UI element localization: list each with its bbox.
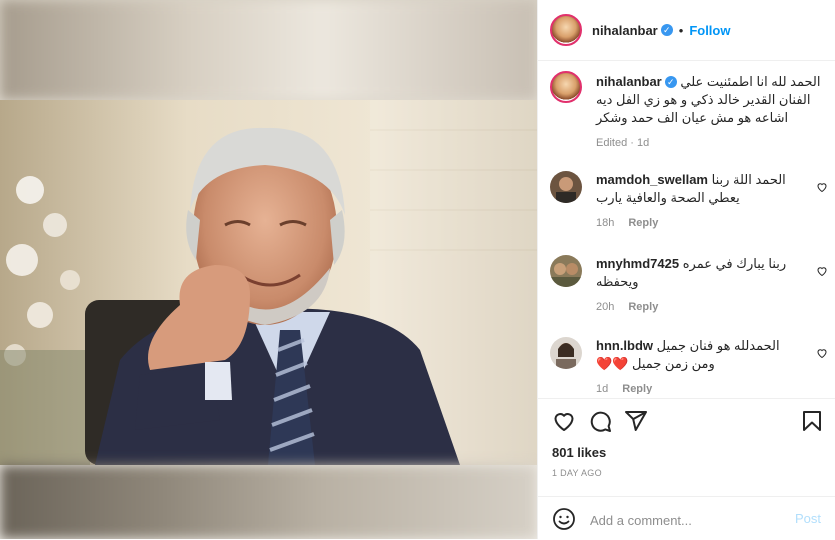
comment-input[interactable] (588, 509, 772, 531)
comment-item: mamdoh_swellam الحمد اللة ربنا يعطي الصح… (550, 171, 830, 231)
caption-meta: Edited · 1d (596, 137, 650, 149)
media-blur-bottom (0, 465, 537, 539)
caption-avatar[interactable] (550, 71, 582, 103)
commenter-avatar[interactable] (550, 337, 582, 369)
caption-body: nihalanbar ✓ الحمد لله انا اطمئنيت علي ال… (596, 73, 826, 127)
comment-username[interactable]: mamdoh_swellam (596, 172, 708, 187)
comment-item: mnyhmd7425 ربنا يبارك في عمره ويحفظه 20h… (550, 255, 830, 315)
comment-meta: 1d Reply (596, 383, 666, 394)
author-username[interactable]: nihalanbar (592, 23, 658, 38)
like-comment-heart-icon[interactable] (816, 347, 828, 359)
verified-badge-icon: ✓ (664, 76, 677, 88)
comment-icon[interactable] (588, 409, 612, 433)
comment-username[interactable]: hnn.lbdw (596, 338, 653, 353)
instagram-post: nihalanbar ✓ • Follow nihalanbar ✓ الحمد … (0, 0, 835, 539)
commenter-avatar[interactable] (550, 171, 582, 203)
comment-body: mamdoh_swellam الحمد اللة ربنا يعطي الصح… (596, 171, 796, 207)
comment-item: hnn.lbdw الحمدلله هو فنان جميل ومن زمن ج… (550, 337, 830, 394)
bookmark-icon[interactable] (800, 409, 824, 433)
comment-body: mnyhmd7425 ربنا يبارك في عمره ويحفظه (596, 255, 796, 291)
post-media[interactable] (0, 0, 537, 539)
author-avatar[interactable] (550, 14, 582, 46)
comment-time: 20h (596, 301, 615, 313)
add-comment-bar: Post (538, 496, 835, 540)
comments-list[interactable]: nihalanbar ✓ الحمد لله انا اطمئنيت علي ال… (538, 61, 835, 394)
verified-badge-icon: ✓ (660, 24, 673, 36)
comment-meta: 20h Reply (596, 301, 672, 313)
post-timestamp[interactable]: 1 DAY AGO (552, 468, 602, 478)
post-photo (0, 100, 537, 465)
emoji-icon[interactable] (552, 507, 576, 531)
heart-icon[interactable] (552, 409, 576, 433)
like-comment-heart-icon[interactable] (816, 181, 828, 193)
comment-time: 1d (596, 383, 609, 394)
like-comment-heart-icon[interactable] (816, 265, 828, 277)
commenter-avatar[interactable] (550, 255, 582, 287)
post-comment-button[interactable]: Post (795, 511, 821, 526)
reply-button[interactable]: Reply (628, 217, 658, 229)
post-header: nihalanbar ✓ • Follow (538, 0, 835, 61)
likes-count[interactable]: 801 likes (552, 445, 606, 460)
reply-button[interactable]: Reply (622, 383, 652, 394)
reply-button[interactable]: Reply (628, 301, 658, 313)
follow-button[interactable]: Follow (689, 23, 730, 38)
post-panel: nihalanbar ✓ • Follow nihalanbar ✓ الحمد … (537, 0, 835, 539)
media-blur-top (0, 0, 537, 100)
comment-body: hnn.lbdw الحمدلله هو فنان جميل ومن زمن ج… (596, 337, 796, 373)
header-separator: • (678, 22, 684, 38)
action-bar (538, 398, 835, 439)
share-icon[interactable] (624, 409, 648, 433)
comment-time: 18h (596, 217, 615, 229)
caption-username[interactable]: nihalanbar (596, 74, 662, 89)
comment-username[interactable]: mnyhmd7425 (596, 256, 679, 271)
comment-meta: 18h Reply (596, 217, 672, 229)
